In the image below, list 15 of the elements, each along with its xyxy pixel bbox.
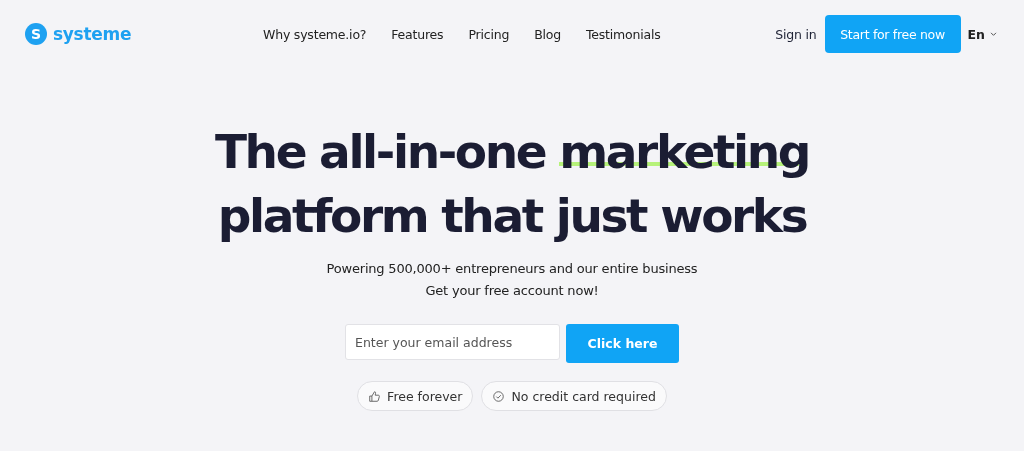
nav-link[interactable]: Pricing (468, 26, 510, 42)
check-circle-icon (492, 389, 506, 403)
chip-label: Free forever (387, 388, 463, 404)
chevron-down-icon (990, 31, 997, 37)
nav-link[interactable]: Why systeme.io? (263, 26, 367, 42)
thumbs-up-icon (368, 389, 382, 403)
nav-link[interactable]: Blog (534, 26, 561, 42)
nav-link[interactable]: Testimonials (586, 26, 661, 42)
nav-link[interactable]: Features (391, 26, 444, 42)
subtitle: Get your free account now! (424, 282, 600, 300)
chip-label: No credit card required (511, 388, 656, 404)
language-selector[interactable]: En (964, 26, 1000, 42)
sign-in-link[interactable]: Sign in (775, 26, 817, 42)
email-field[interactable]: Enter your email address (345, 324, 560, 360)
subtitle: Powering 500,000+ entrepreneurs and our entire business (326, 260, 698, 278)
